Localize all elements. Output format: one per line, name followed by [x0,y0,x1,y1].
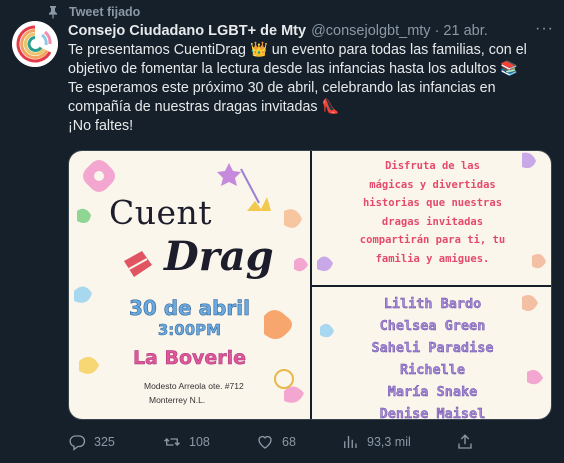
avatar[interactable] [12,21,58,67]
rainbow-logo-icon [12,21,58,67]
retweet-button[interactable]: 108 [163,432,210,452]
like-button[interactable]: 68 [256,432,296,452]
user-handle[interactable]: @consejolgbt_mty [311,23,431,39]
guest-name: Richelle [399,362,466,378]
reply-icon [69,435,86,451]
reply-count: 325 [94,435,115,449]
pinned-label: Tweet fijado [69,5,141,19]
guest-list: Lilith Bardo Chelsea Green Saheli Paradi… [312,293,551,420]
retweet-count: 108 [189,435,210,449]
reply-button[interactable]: 325 [68,432,115,452]
guest-name: Saheli Paradise [371,340,494,356]
promo-line: Disfruta de las [385,160,480,172]
guest-name: Lilith Bardo [383,296,482,312]
promo-line: historias que nuestras [362,197,503,209]
pinned-label-row: Tweet fijado [47,4,140,20]
poster-time: 3:00PM [157,321,222,340]
poster-venue: La Boverie [132,347,247,370]
tweet-header: Consejo Ciudadano LGBT+ de Mty @consejol… [68,21,488,41]
guest-name: Chelsea Green [379,318,486,334]
tweet-text-line: compañía de nuestras dragas invitadas 👠 [68,99,340,115]
share-button[interactable] [456,432,474,452]
pin-icon [49,6,57,19]
retweet-icon [164,438,180,446]
like-count: 68 [282,435,296,449]
guest-name: Denise Maisel [379,406,486,420]
media-grid: Cuent Drag 30 de abril 3:00PM La Boverie… [68,150,552,420]
poster-address-line2: Monterrey N.L. [149,395,206,405]
header-separator: · [434,23,440,39]
views-icon [344,436,357,448]
tweet-timestamp[interactable]: 21 abr. [443,23,487,39]
tweet-text-line: Te esperamos este próximo 30 de abril, c… [68,80,496,96]
guests-image[interactable]: Lilith Bardo Chelsea Green Saheli Paradi… [312,287,551,420]
promo-line: familia y amigues. [375,252,490,265]
tweet-text-line: objetivo de fomentar la lectura desde la… [68,61,519,77]
promo-line: mágicas y divertidas [369,178,496,191]
tweet-text-line: Te presentamos CuentiDrag 👑 un evento pa… [68,42,527,58]
guest-name: María Snake [387,384,478,400]
poster-image[interactable]: Cuent Drag 30 de abril 3:00PM La Boverie… [69,151,310,419]
tweet-actions: 325 108 68 93,3 mil [68,432,488,452]
heart-icon [258,435,272,449]
poster-address-line1: Modesto Arreola ote. #712 [144,381,244,391]
poster-date: 30 de abril [128,296,251,321]
promo-image[interactable]: Disfruta de las mágicas y divertidas his… [312,151,551,285]
poster-decoration [74,160,308,403]
more-options-icon[interactable]: ··· [535,21,554,37]
poster-logo-cuenti: Cuent [109,193,213,232]
poster-logo-drag: Drag [164,233,274,280]
promo-text: Disfruta de las mágicas y divertidas his… [322,157,543,268]
display-name[interactable]: Consejo Ciudadano LGBT+ de Mty [68,23,306,39]
views-button[interactable]: 93,3 mil [341,432,411,452]
share-icon [458,434,472,449]
tweet-text: Te presentamos CuentiDrag 👑 un evento pa… [68,41,552,136]
promo-line: dragas invitadas [381,215,484,228]
tweet-text-line: ¡No faltes! [68,118,134,134]
promo-line: compartirán para ti, tu [359,234,506,246]
views-count: 93,3 mil [367,435,411,449]
